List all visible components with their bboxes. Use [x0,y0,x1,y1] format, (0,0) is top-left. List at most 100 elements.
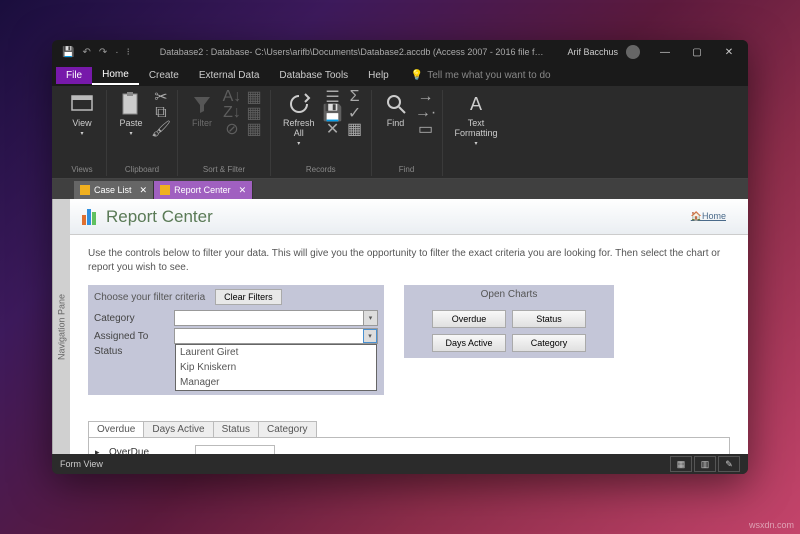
doc-tab-report-center[interactable]: Report Center ✕ [154,181,253,199]
tab-category[interactable]: Category [258,421,317,437]
assigned-to-label: Assigned To [94,331,168,342]
window-title: Database2 : Database- C:\Users\arifb\Doc… [136,47,568,57]
chevron-down-icon: ▾ [475,140,478,147]
save-icon[interactable]: 💾 [62,47,74,58]
record-selector-icon[interactable]: ▸ [95,447,103,454]
tab-external-data[interactable]: External Data [189,67,270,84]
dropdown-item[interactable]: Kip Kniskern [176,360,376,375]
tab-create[interactable]: Create [139,67,189,84]
view-switcher: ▦ ▥ ✎ [670,456,740,472]
view-button[interactable]: View ▾ [66,90,98,139]
tab-help[interactable]: Help [358,67,399,84]
selection-icon[interactable]: ▦ [246,90,262,104]
format-painter-icon[interactable]: 🖌 [153,122,169,136]
form-icon [80,185,90,195]
tab-overdue[interactable]: Overdue [88,421,144,437]
overdue-panel: ▸ OverDue OnSchedule 1weekLate [88,437,730,454]
overdue-field[interactable] [195,445,275,454]
group-clipboard: Paste ▾ ✂ ⧉ 🖌 Clipboard [107,90,178,176]
close-tab-icon[interactable]: ✕ [140,185,148,196]
chevron-down-icon: ▾ [297,140,300,147]
group-label-clipboard: Clipboard [125,163,159,176]
layout-view-button[interactable]: ▥ [694,456,716,472]
report-body: Use the controls below to filter your da… [70,235,748,454]
paste-button[interactable]: Paste ▾ [115,90,147,139]
tab-home[interactable]: Home [92,66,139,85]
paste-icon [119,92,143,116]
quick-access-toolbar: 💾 ↶ ↷ · ⁝ [56,47,136,58]
totals-icon[interactable]: Σ [347,90,363,104]
save-record-icon[interactable]: 💾 [325,106,341,120]
goto-icon[interactable]: →· [418,106,434,120]
document-tabs: Case List ✕ Report Center ✕ [52,179,748,199]
toggle-filter-icon[interactable]: ▦ [246,122,262,136]
undo-icon[interactable]: ↶ [82,47,90,58]
form-view-button[interactable]: ▦ [670,456,692,472]
report-header: Report Center 🏠Home [70,199,748,235]
assigned-to-combo[interactable]: ▾ Laurent Giret Kip Kniskern Manager [174,328,378,344]
filter-button[interactable]: Filter [186,90,218,130]
category-combo[interactable]: ▾ [174,310,378,326]
find-icon [384,92,408,116]
qat-custom[interactable]: ⁝ [127,47,130,58]
sort-asc-icon[interactable]: A↓ [224,90,240,104]
chart-category-button[interactable]: Category [512,334,586,352]
dropdown-item[interactable]: Laurent Giret [176,345,376,360]
qat-sep: · [115,47,118,58]
tab-status[interactable]: Status [213,421,259,437]
chart-overdue-button[interactable]: Overdue [432,310,506,328]
home-link[interactable]: 🏠Home [691,211,726,222]
ribbon-tabs: File Home Create External Data Database … [52,64,748,86]
advanced-icon[interactable]: ▦ [246,106,262,120]
group-sort-filter: Filter A↓ Z↓ ⊘ ▦ ▦ ▦ Sort & Filter [178,90,271,176]
user-name[interactable]: Arif Bacchus [567,47,618,57]
page-title: Report Center [106,207,213,227]
close-button[interactable]: ✕ [714,42,744,62]
close-tab-icon[interactable]: ✕ [239,185,247,196]
bar-chart-icon [82,209,98,225]
chevron-down-icon: ▾ [363,329,377,343]
chart-days-active-button[interactable]: Days Active [432,334,506,352]
replace-icon[interactable]: → [418,90,434,104]
design-view-button[interactable]: ✎ [718,456,740,472]
tab-file[interactable]: File [56,67,92,84]
field-label: OverDue [109,447,189,454]
dropdown-item[interactable]: Manager [176,375,376,390]
copy-icon[interactable]: ⧉ [153,106,169,120]
watermark: wsxdn.com [749,520,794,530]
text-formatting-button[interactable]: A Text Formatting ▾ [451,90,502,149]
remove-sort-icon[interactable]: ⊘ [224,122,240,136]
cut-icon[interactable]: ✂ [153,90,169,104]
minimize-button[interactable]: — [650,42,680,62]
group-label-find: Find [399,163,415,176]
chevron-down-icon: ▾ [80,130,83,137]
group-views: View ▾ Views [58,90,107,176]
titlebar: 💾 ↶ ↷ · ⁝ Database2 : Database- C:\Users… [52,40,748,64]
statusbar: Form View ▦ ▥ ✎ [52,454,748,474]
chevron-down-icon: ▾ [129,130,132,137]
doc-tab-case-list[interactable]: Case List ✕ [74,181,154,199]
chart-status-button[interactable]: Status [512,310,586,328]
maximize-button[interactable]: ▢ [682,42,712,62]
ribbon: View ▾ Views Paste ▾ ✂ ⧉ 🖌 Clipboard [52,86,748,179]
redo-icon[interactable]: ↷ [99,47,107,58]
tell-me-search[interactable]: 💡 Tell me what you want to do [411,70,551,81]
new-record-icon[interactable]: ☰ [325,90,341,104]
filter-icon [190,92,214,116]
category-label: Category [94,313,168,324]
delete-record-icon[interactable]: ✕ [325,122,341,136]
report-center-form: Report Center 🏠Home Use the controls bel… [70,199,748,454]
select-icon[interactable]: ▭ [418,122,434,136]
find-button[interactable]: Find [380,90,412,130]
sort-desc-icon[interactable]: Z↓ [224,106,240,120]
user-avatar[interactable] [626,45,640,59]
clear-filters-button[interactable]: Clear Filters [215,289,282,305]
navigation-pane-collapsed[interactable]: Navigation Pane [52,199,70,454]
lightbulb-icon: 💡 [411,70,423,81]
refresh-button[interactable]: Refresh All ▾ [279,90,319,149]
tab-days-active[interactable]: Days Active [143,421,213,437]
assigned-to-dropdown: Laurent Giret Kip Kniskern Manager [175,344,377,391]
spelling-icon[interactable]: ✓ [347,106,363,120]
more-icon[interactable]: ▦ [347,122,363,136]
tab-database-tools[interactable]: Database Tools [269,67,358,84]
